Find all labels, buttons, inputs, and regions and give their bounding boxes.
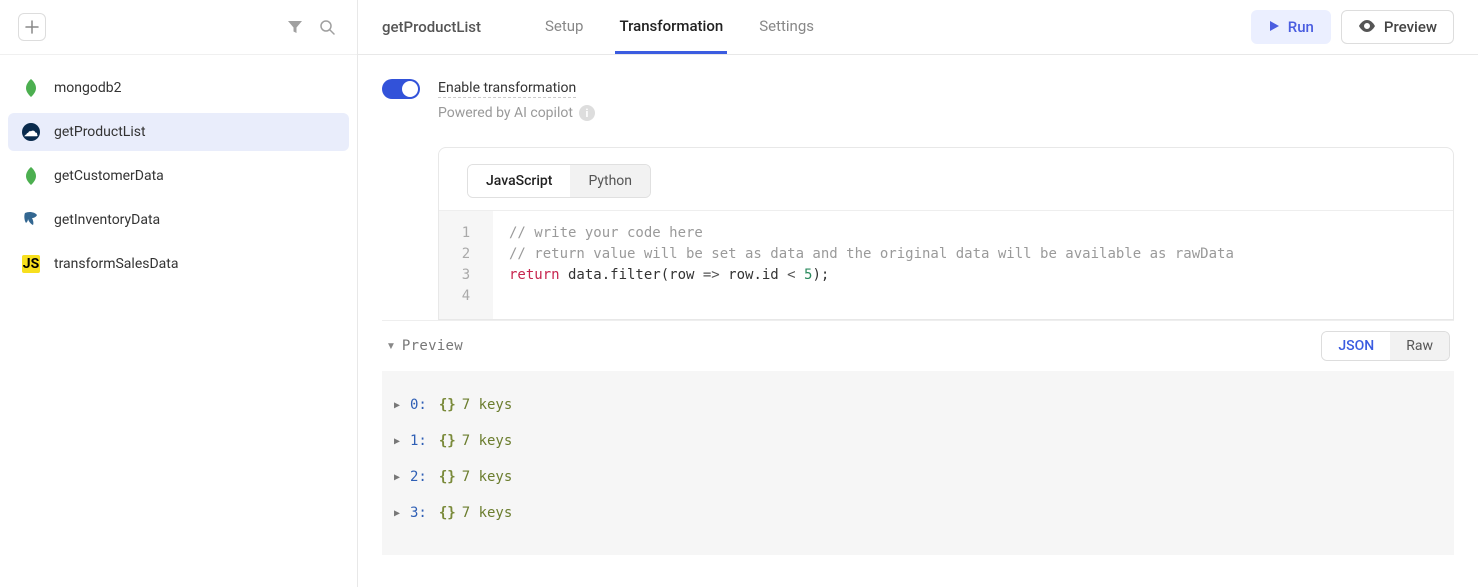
json-keys-label: 7 keys — [462, 433, 513, 449]
content: Enable transformation Powered by AI copi… — [358, 55, 1478, 587]
preview-body: ▶ 0: {} 7 keys ▶ 1: {} 7 keys ▶ 2: {} 7 … — [382, 371, 1454, 555]
add-button[interactable] — [18, 13, 46, 41]
toggle-label: Enable transformation — [438, 80, 576, 98]
tab-settings[interactable]: Settings — [755, 0, 818, 54]
sidebar-item-label: getInventoryData — [54, 212, 160, 228]
code-editor[interactable]: 1 2 3 4 // write your code here // retur… — [439, 210, 1453, 319]
brace-icon: {} — [439, 433, 456, 449]
postgres-icon — [22, 211, 40, 229]
lang-tab-javascript[interactable]: JavaScript — [468, 165, 570, 197]
sidebar-item-mongodb2[interactable]: mongodb2 — [8, 69, 349, 107]
json-index: 3: — [410, 505, 427, 521]
json-row[interactable]: ▶ 2: {} 7 keys — [390, 459, 1446, 495]
mongodb-icon — [22, 167, 40, 185]
page-title: getProductList — [382, 18, 481, 36]
json-index: 1: — [410, 433, 427, 449]
play-icon — [1268, 18, 1280, 36]
preview-button[interactable]: Preview — [1341, 10, 1454, 44]
view-tab-raw[interactable]: Raw — [1390, 332, 1449, 360]
sidebar-item-label: getProductList — [54, 124, 146, 140]
caret-right-icon: ▶ — [394, 400, 404, 411]
caret-down-icon[interactable]: ▼ — [386, 341, 396, 352]
sidebar: mongodb2 ☁ getProductList getCustomerDat… — [0, 0, 358, 587]
mongodb-icon — [22, 79, 40, 97]
search-icon[interactable] — [315, 15, 339, 39]
tab-transformation[interactable]: Transformation — [615, 0, 727, 54]
preview-header: ▼ Preview JSON Raw — [382, 320, 1454, 371]
view-tab-json[interactable]: JSON — [1322, 332, 1390, 360]
sidebar-item-getproductlist[interactable]: ☁ getProductList — [8, 113, 349, 151]
main-panel: getProductList Setup Transformation Sett… — [358, 0, 1478, 587]
line-gutter: 1 2 3 4 — [439, 211, 493, 319]
code-content[interactable]: // write your code here // return value … — [493, 211, 1453, 319]
sidebar-toolbar — [0, 0, 357, 55]
sidebar-item-label: mongodb2 — [54, 80, 121, 96]
json-keys-label: 7 keys — [462, 469, 513, 485]
subtitle-text: Powered by AI copilot — [438, 105, 573, 121]
rest-api-icon: ☁ — [22, 123, 40, 141]
sidebar-item-label: transformSalesData — [54, 256, 178, 272]
brace-icon: {} — [439, 505, 456, 521]
brace-icon: {} — [439, 397, 456, 413]
info-icon[interactable]: i — [579, 105, 595, 121]
header: getProductList Setup Transformation Sett… — [358, 0, 1478, 55]
json-keys-label: 7 keys — [462, 397, 513, 413]
sidebar-item-getinventorydata[interactable]: getInventoryData — [8, 201, 349, 239]
json-index: 2: — [410, 469, 427, 485]
sidebar-item-transformsalesdata[interactable]: JS transformSalesData — [8, 245, 349, 283]
tab-setup[interactable]: Setup — [541, 0, 587, 54]
sidebar-items: mongodb2 ☁ getProductList getCustomerDat… — [0, 55, 357, 303]
sidebar-item-getcustomerdata[interactable]: getCustomerData — [8, 157, 349, 195]
caret-right-icon: ▶ — [394, 436, 404, 447]
preview-label: Preview — [1384, 18, 1437, 36]
subtitle: Powered by AI copilot i — [438, 105, 1454, 121]
lang-tab-python[interactable]: Python — [570, 165, 650, 197]
tabs: Setup Transformation Settings — [541, 0, 818, 54]
json-row[interactable]: ▶ 3: {} 7 keys — [390, 495, 1446, 531]
json-row[interactable]: ▶ 1: {} 7 keys — [390, 423, 1446, 459]
sidebar-item-label: getCustomerData — [54, 168, 164, 184]
json-index: 0: — [410, 397, 427, 413]
eye-icon — [1358, 18, 1376, 36]
enable-transformation-toggle[interactable] — [382, 79, 420, 99]
json-row[interactable]: ▶ 0: {} 7 keys — [390, 387, 1446, 423]
javascript-icon: JS — [22, 255, 40, 273]
json-keys-label: 7 keys — [462, 505, 513, 521]
preview-title: Preview — [402, 338, 463, 354]
run-button[interactable]: Run — [1251, 10, 1331, 44]
caret-right-icon: ▶ — [394, 472, 404, 483]
brace-icon: {} — [439, 469, 456, 485]
run-label: Run — [1288, 18, 1314, 36]
editor-card: JavaScript Python 1 2 3 4 // write your … — [438, 147, 1454, 320]
filter-icon[interactable] — [283, 15, 307, 39]
caret-right-icon: ▶ — [394, 508, 404, 519]
